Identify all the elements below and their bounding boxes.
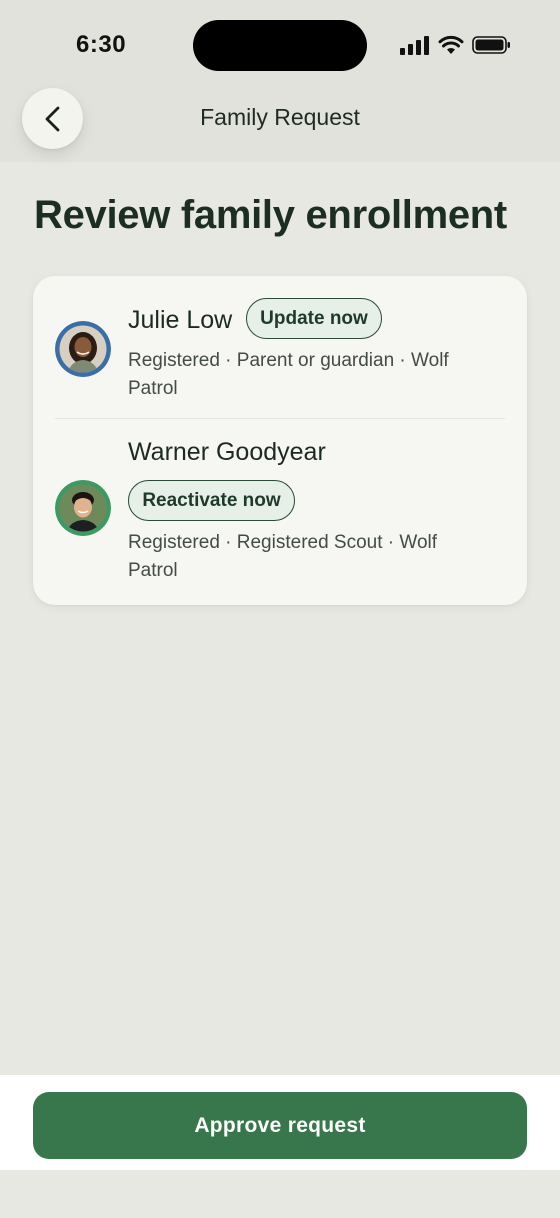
navigation-bar: Family Request — [0, 88, 560, 149]
reactivate-now-button[interactable]: Reactivate now — [128, 480, 295, 521]
avatar — [55, 480, 111, 536]
member-name: Warner Goodyear — [128, 438, 326, 466]
member-row[interactable]: Julie Low Update now Registered · Parent… — [33, 276, 527, 418]
member-details: Registered · Registered Scout · Wolf Pat… — [128, 532, 438, 581]
nav-title: Family Request — [200, 104, 360, 130]
status-time: 6:30 — [76, 31, 127, 58]
cellular-signal-icon — [400, 36, 429, 55]
battery-icon — [472, 36, 510, 54]
status-bar: 6:30 — [0, 0, 560, 90]
member-name: Julie Low — [128, 306, 233, 334]
approve-request-button[interactable]: Approve request — [33, 1092, 527, 1159]
family-members-card: Julie Low Update now Registered · Parent… — [33, 276, 527, 605]
wifi-icon — [438, 35, 464, 54]
bottom-action-bar: Approve request — [0, 1075, 560, 1170]
member-details: Registered · Parent or guardian · Wolf P… — [128, 350, 449, 399]
page-title: Review family enrollment — [34, 193, 507, 237]
member-row[interactable]: Warner Goodyear Reactivate now Registere… — [33, 418, 527, 605]
update-now-button[interactable]: Update now — [246, 298, 382, 339]
dynamic-island — [193, 20, 367, 71]
avatar — [55, 321, 111, 377]
